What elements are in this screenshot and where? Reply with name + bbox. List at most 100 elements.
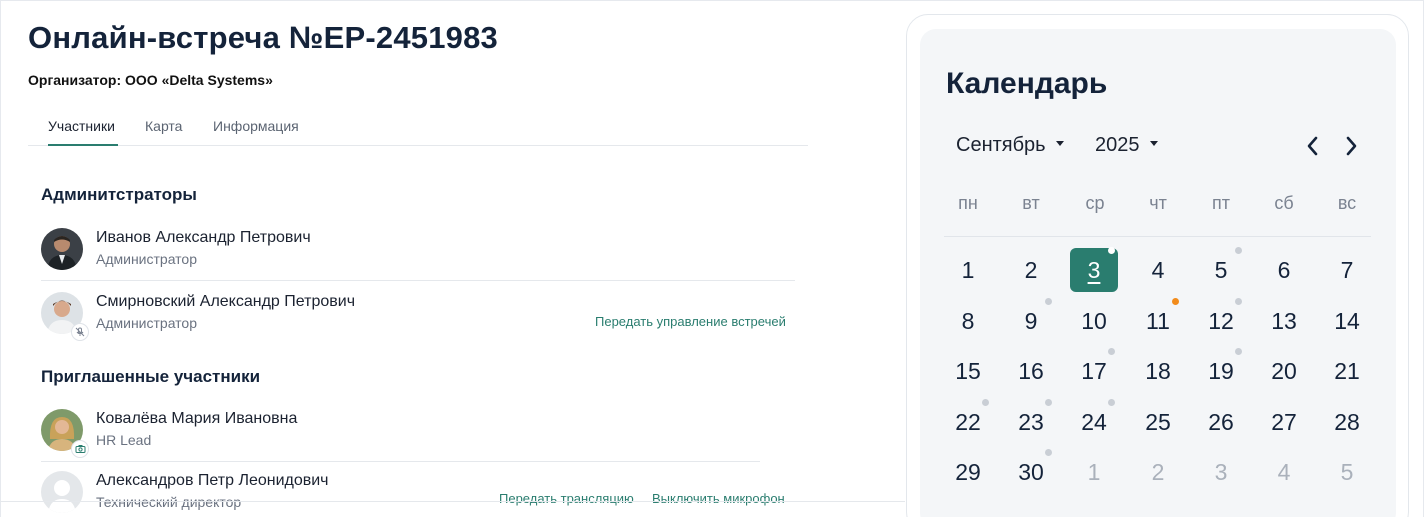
calendar-day[interactable]: 5 <box>1197 247 1245 292</box>
day-number: 6 <box>1277 256 1291 283</box>
tab-participants[interactable]: Участники <box>48 118 115 134</box>
chevron-right-icon <box>1346 136 1357 156</box>
calendar-day[interactable]: 23 <box>1007 399 1055 444</box>
participant-role: HR Lead <box>96 432 152 448</box>
calendar-title: Календарь <box>946 67 1108 100</box>
day-number: 17 <box>1081 357 1107 384</box>
participant-role: Администратор <box>96 251 198 267</box>
participant-row[interactable]: Александров Петр Леонидович Технический … <box>41 464 795 517</box>
calendar-day[interactable]: 21 <box>1323 349 1371 393</box>
participant-role: Администратор <box>96 315 198 331</box>
calendar-day[interactable]: 22 <box>944 399 992 444</box>
row-divider <box>41 461 760 462</box>
invited-heading: Приглашенные участники <box>41 367 261 386</box>
day-number: 29 <box>955 458 981 485</box>
day-number: 4 <box>1151 256 1165 283</box>
day-number: 2 <box>1024 256 1038 283</box>
participant-row[interactable]: Смирновский Александр Петрович Администр… <box>41 285 795 345</box>
tab-info[interactable]: Информация <box>213 118 299 134</box>
chevron-left-icon <box>1307 136 1318 156</box>
calendar-day[interactable]: 13 <box>1260 299 1308 343</box>
event-dot-icon <box>1045 298 1052 305</box>
event-dot-icon <box>1172 298 1179 305</box>
event-dot-icon <box>1108 399 1115 406</box>
day-number: 18 <box>1145 357 1171 384</box>
day-number: 8 <box>961 307 975 334</box>
transfer-stream-link[interactable]: Передать трансляцию <box>499 491 634 506</box>
weekday-label: пт <box>1212 193 1230 213</box>
calendar-day[interactable]: 20 <box>1260 349 1308 393</box>
calendar-day[interactable]: 12 <box>1197 298 1245 343</box>
mic-off-icon <box>71 323 89 341</box>
calendar-day[interactable]: 25 <box>1134 400 1182 444</box>
mute-microphone-link[interactable]: Выключить микрофон <box>652 491 785 506</box>
calendar-day[interactable]: 1 <box>944 248 992 292</box>
weekday-divider <box>944 236 1371 237</box>
day-number: 13 <box>1271 307 1297 334</box>
calendar-day-outside[interactable]: 3 <box>1197 450 1245 494</box>
calendar-day-today[interactable]: 3 <box>1070 247 1118 292</box>
participant-row[interactable]: Ковалёва Мария Ивановна HR Lead <box>41 402 760 462</box>
calendar-day[interactable]: 18 <box>1134 349 1182 393</box>
calendar-day[interactable]: 6 <box>1260 248 1308 292</box>
calendar-day-outside[interactable]: 4 <box>1260 450 1308 494</box>
calendar-day[interactable]: 9 <box>1007 298 1055 343</box>
calendar-day-outside[interactable]: 1 <box>1070 450 1118 494</box>
day-number: 5 <box>1340 458 1354 485</box>
calendar-day[interactable]: 26 <box>1197 400 1245 444</box>
calendar-day[interactable]: 15 <box>944 349 992 393</box>
day-number: 24 <box>1081 408 1107 435</box>
bottom-divider <box>0 501 905 502</box>
day-number: 19 <box>1208 357 1234 384</box>
calendar-day[interactable]: 11 <box>1134 298 1182 343</box>
event-dot-icon <box>1045 449 1052 456</box>
calendar-day[interactable]: 8 <box>944 299 992 343</box>
calendar-day[interactable]: 10 <box>1070 299 1118 343</box>
row-divider <box>41 280 795 281</box>
day-number: 20 <box>1271 357 1297 384</box>
meeting-panel: Онлайн-встреча №EP-2451983 Организатор: … <box>28 0 818 517</box>
day-number: 15 <box>955 357 981 384</box>
year-value: 2025 <box>1095 134 1140 156</box>
calendar-day[interactable]: 24 <box>1070 399 1118 444</box>
calendar-day[interactable]: 30 <box>1007 449 1055 494</box>
transfer-control-link[interactable]: Передать управление встречей <box>595 314 786 329</box>
day-number: 14 <box>1334 307 1360 334</box>
caret-down-icon <box>1149 141 1158 147</box>
participant-name: Александров Петр Леонидович <box>96 472 329 489</box>
calendar-day[interactable]: 4 <box>1134 248 1182 292</box>
page-title: Онлайн-встреча №EP-2451983 <box>28 20 498 55</box>
day-number: 1 <box>1087 458 1101 485</box>
month-select[interactable]: Сентябрь <box>956 134 1064 157</box>
avatar-placeholder <box>41 471 83 513</box>
participant-row[interactable]: Иванов Александр Петрович Администратор <box>41 221 795 281</box>
day-number: 9 <box>1024 307 1038 334</box>
day-number: 7 <box>1340 256 1354 283</box>
next-month-button[interactable] <box>1339 133 1363 159</box>
year-select[interactable]: 2025 <box>1095 134 1158 157</box>
event-dot-icon <box>1108 348 1115 355</box>
event-dot-icon <box>1045 399 1052 406</box>
day-number: 28 <box>1334 408 1360 435</box>
tab-bar: Участники Карта Информация <box>28 112 808 146</box>
calendar-day[interactable]: 2 <box>1007 248 1055 292</box>
day-number: 11 <box>1146 307 1170 334</box>
calendar-day[interactable]: 19 <box>1197 348 1245 393</box>
admins-heading: Админитстраторы <box>41 185 197 204</box>
calendar-day[interactable]: 16 <box>1007 349 1055 393</box>
day-number: 10 <box>1081 307 1107 334</box>
calendar-day[interactable]: 14 <box>1323 299 1371 343</box>
participant-name: Иванов Александр Петрович <box>96 229 311 246</box>
weekday-label: пн <box>958 193 978 213</box>
calendar-day[interactable]: 17 <box>1070 348 1118 393</box>
day-number: 25 <box>1145 408 1171 435</box>
calendar-day-outside[interactable]: 5 <box>1323 450 1371 494</box>
tab-map[interactable]: Карта <box>145 118 182 134</box>
calendar-day[interactable]: 29 <box>944 450 992 494</box>
calendar-day[interactable]: 27 <box>1260 400 1308 444</box>
day-number: 26 <box>1208 408 1234 435</box>
calendar-day[interactable]: 7 <box>1323 248 1371 292</box>
calendar-day[interactable]: 28 <box>1323 400 1371 444</box>
prev-month-button[interactable] <box>1301 133 1325 159</box>
calendar-day-outside[interactable]: 2 <box>1134 450 1182 494</box>
